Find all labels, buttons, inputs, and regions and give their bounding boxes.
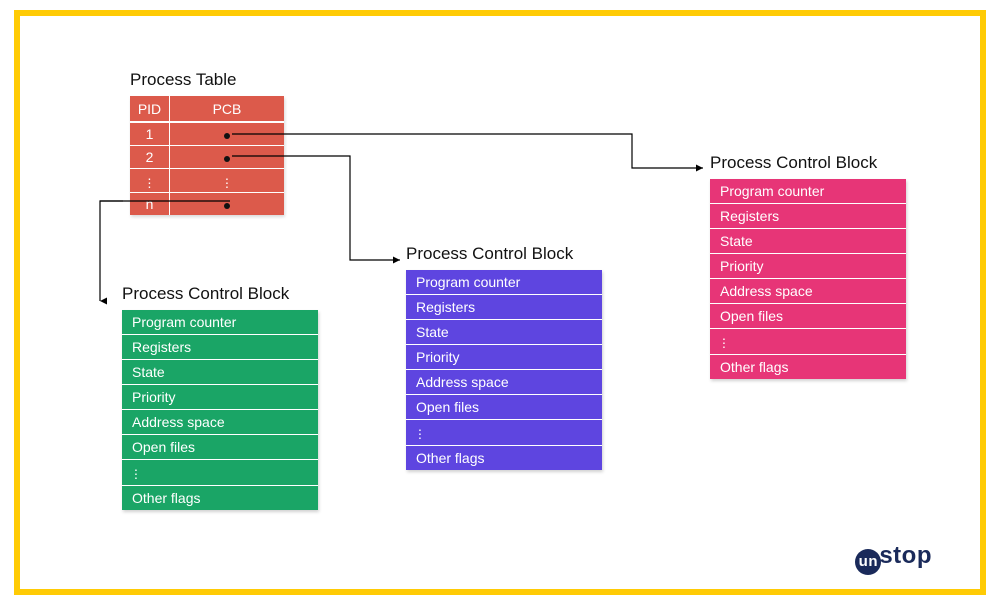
col-pcb: PCB	[170, 96, 284, 121]
logo-circle-icon: un	[855, 549, 881, 575]
arrow-row1-to-pink	[232, 134, 703, 168]
pcb-purple: Program counter Registers State Priority…	[406, 270, 602, 470]
pcb-field: Address space	[710, 279, 906, 304]
pcb-pink: Program counter Registers State Priority…	[710, 179, 906, 379]
pcb-field: Program counter	[710, 179, 906, 204]
pcb-field-ellipsis: ...	[710, 329, 906, 355]
pcb-field: Address space	[122, 410, 318, 435]
pcb-field: Registers	[406, 295, 602, 320]
logo-text: stop	[879, 542, 932, 569]
pid-cell: 2	[130, 146, 170, 168]
pcb-field: Priority	[710, 254, 906, 279]
process-table-header: PID PCB	[130, 96, 284, 123]
pid-cell: 1	[130, 123, 170, 145]
pcb-field: Priority	[406, 345, 602, 370]
col-pid: PID	[130, 96, 170, 121]
pcb-field: State	[122, 360, 318, 385]
diagram-canvas: Process Table PID PCB 1 2 ... ... n	[20, 16, 980, 589]
pcb-field: Program counter	[406, 270, 602, 295]
pcb-field: State	[406, 320, 602, 345]
brand-logo: unstop	[855, 542, 932, 575]
pcb-cell-ellipsis: ...	[170, 169, 284, 192]
table-row: 1	[130, 123, 284, 146]
pcb-field: Registers	[122, 335, 318, 360]
pcb-field: Priority	[122, 385, 318, 410]
pcb-title-green: Process Control Block	[122, 284, 289, 304]
pid-cell-ellipsis: ...	[130, 169, 170, 192]
pcb-field: Registers	[710, 204, 906, 229]
pcb-field: Open files	[122, 435, 318, 460]
pid-cell: n	[130, 193, 170, 215]
pcb-cell	[170, 146, 284, 168]
pcb-field: Open files	[710, 304, 906, 329]
pcb-field-ellipsis: ...	[406, 420, 602, 446]
pcb-field: State	[710, 229, 906, 254]
pcb-field: Address space	[406, 370, 602, 395]
pointer-dot-icon	[224, 156, 230, 162]
process-table: PID PCB 1 2 ... ... n	[130, 96, 284, 215]
pcb-cell	[170, 193, 284, 215]
diagram-frame: Process Table PID PCB 1 2 ... ... n	[14, 10, 986, 595]
pcb-title-pink: Process Control Block	[710, 153, 877, 173]
table-row: n	[130, 193, 284, 215]
pcb-cell	[170, 123, 284, 145]
process-table-title: Process Table	[130, 70, 236, 90]
pcb-green: Program counter Registers State Priority…	[122, 310, 318, 510]
pcb-field-ellipsis: ...	[122, 460, 318, 486]
pcb-field: Other flags	[122, 486, 318, 510]
table-row: ... ...	[130, 169, 284, 193]
pcb-field: Open files	[406, 395, 602, 420]
pcb-field: Program counter	[122, 310, 318, 335]
pcb-field: Other flags	[406, 446, 602, 470]
pcb-title-purple: Process Control Block	[406, 244, 573, 264]
table-row: 2	[130, 146, 284, 169]
pcb-field: Other flags	[710, 355, 906, 379]
pointer-dot-icon	[224, 203, 230, 209]
pointer-dot-icon	[224, 133, 230, 139]
